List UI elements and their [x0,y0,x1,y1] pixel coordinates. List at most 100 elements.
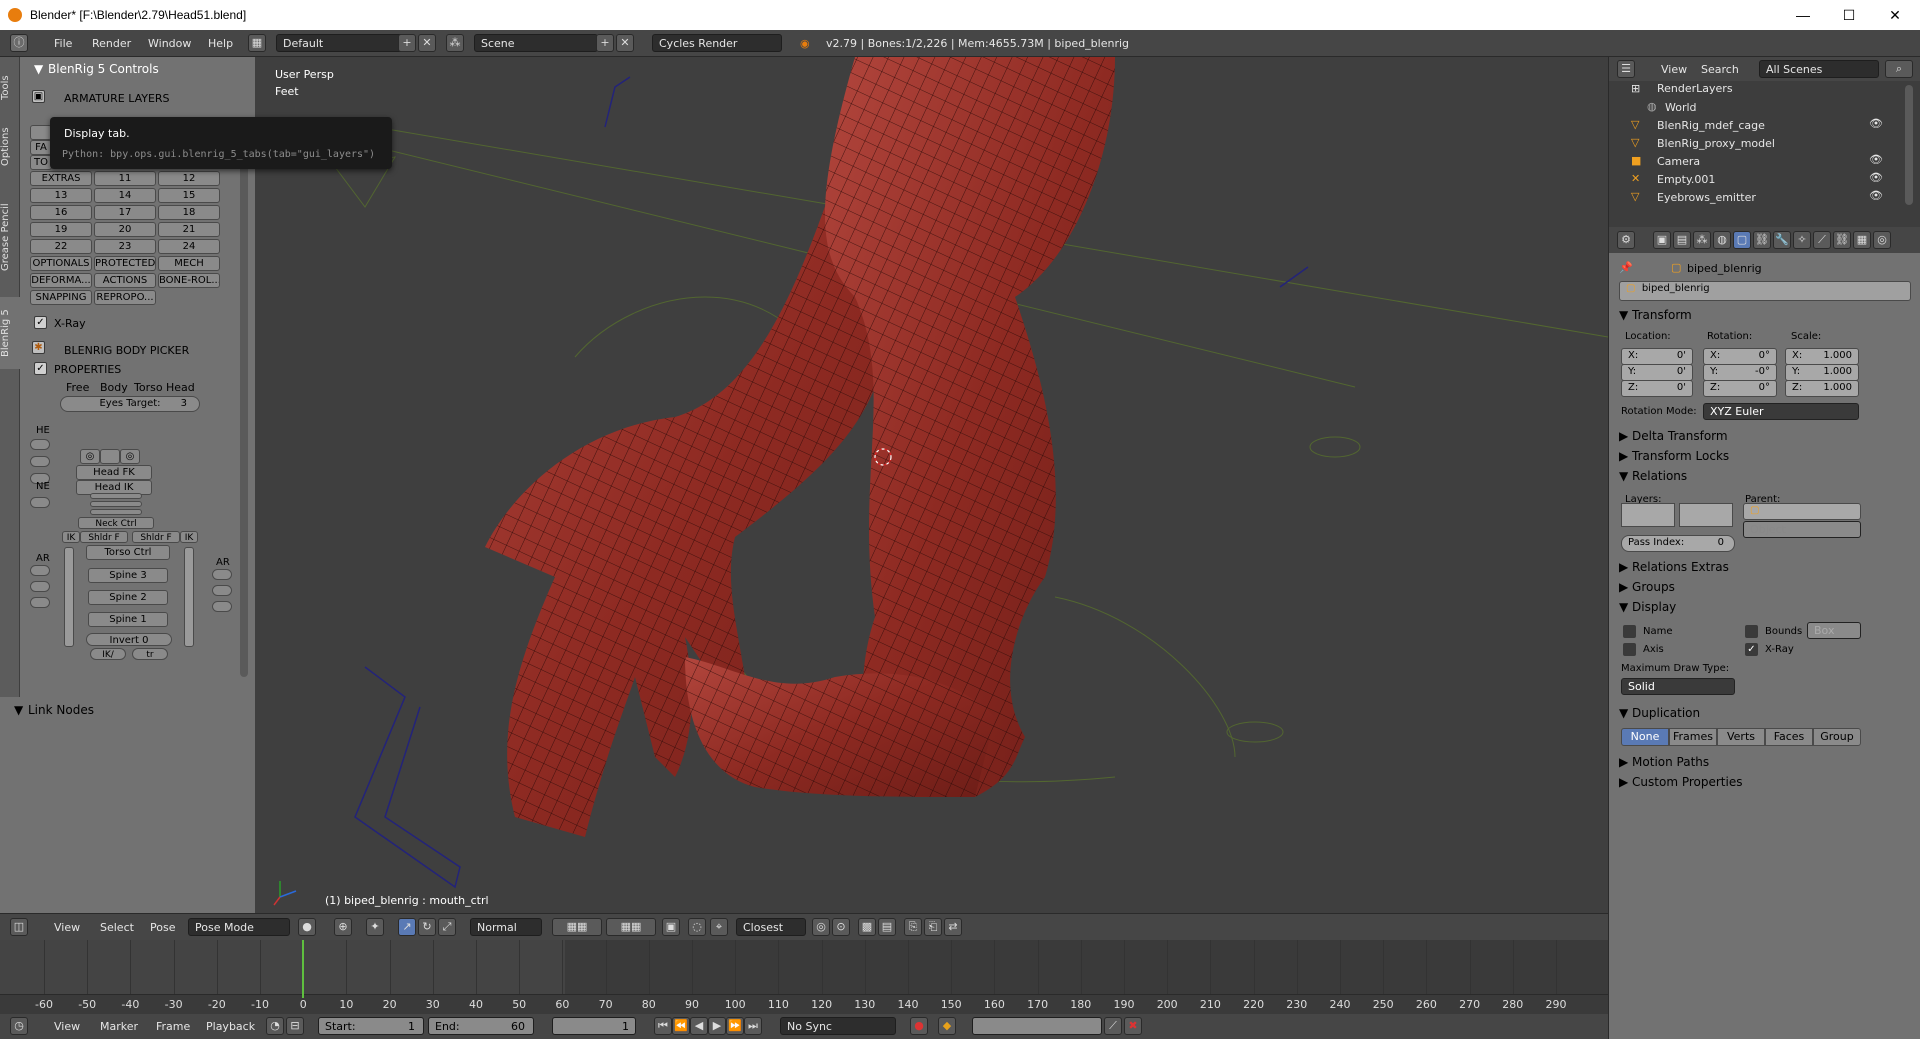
paste-pose-icon[interactable]: ⎗ [924,918,942,936]
translate-icon[interactable]: ↗ [398,918,416,936]
object-name-field[interactable]: ▢ biped_blenrig [1619,281,1911,301]
location-y-field[interactable]: Y: 0' [1621,364,1693,381]
picker-toggle[interactable] [30,497,50,508]
picker-torso-ctrl[interactable]: Torso Ctrl [86,545,170,560]
link-nodes-collapse-icon[interactable]: ▼ [14,703,23,717]
dup-faces-button[interactable]: Faces [1765,728,1813,746]
layers-grid-icon[interactable]: ▦▦ [606,918,656,936]
jump-start-icon[interactable]: ⏮ [654,1017,672,1035]
duplication-panel[interactable]: ▼ Duplication [1619,706,1700,720]
rotation-z-field[interactable]: Z: 0° [1703,380,1777,397]
mode-select[interactable]: Pose Mode [188,918,290,936]
outliner-row[interactable]: ▽ Eyebrows_emitter 👁 [1609,189,1909,207]
layer-button[interactable]: OPTIONALS [30,256,92,271]
xray-checkbox[interactable]: ✓ [1745,643,1758,656]
layer-button[interactable]: 23 [94,239,156,254]
menu-marker[interactable]: Marker [100,1020,138,1033]
menu-pose[interactable]: Pose [150,921,175,934]
snap-align-icon[interactable]: ◎ [812,918,830,936]
render-tab-icon[interactable]: ▣ [1653,231,1671,249]
layer-button[interactable]: 12 [158,171,220,186]
layer-button[interactable]: 19 [30,222,92,237]
snap-target-select[interactable]: Closest [736,918,806,936]
axis-checkbox[interactable] [1623,643,1636,656]
dup-verts-button[interactable]: Verts [1717,728,1765,746]
tab-grease-pencil[interactable]: Grease Pencil [0,181,20,293]
insert-keyframe-icon[interactable]: ⟋ [1104,1017,1122,1035]
link-nodes-panel[interactable]: Link Nodes [28,703,94,717]
menu-view[interactable]: View [54,921,80,934]
menu-select[interactable]: Select [100,921,134,934]
sync-select[interactable]: No Sync [780,1017,896,1035]
mode-free[interactable]: Free [66,381,89,394]
layer-button[interactable]: DEFORMA... [30,273,92,288]
outliner-scrollbar[interactable] [1905,85,1913,205]
rotate-icon[interactable]: ↻ [418,918,436,936]
jump-keyframe-fwd-icon[interactable]: ⏩ [726,1017,744,1035]
menu-view[interactable]: View [54,1020,80,1033]
picker-toggle[interactable] [212,601,232,612]
scale-icon[interactable]: ⤢ [438,918,456,936]
texture-tab-icon[interactable]: ▦ [1853,231,1871,249]
motion-paths-panel[interactable]: ▶ Motion Paths [1619,755,1709,769]
paste-flipped-icon[interactable]: ⇄ [944,918,962,936]
remove-layout-icon[interactable]: ✕ [418,34,436,52]
physics-tab-icon[interactable]: ◎ [1873,231,1891,249]
picker-spine-2[interactable]: Spine 2 [88,590,168,605]
snap-icon[interactable]: ⌖ [710,918,728,936]
picker-neck-bone[interactable] [90,493,142,499]
bounds-type-select[interactable]: Box [1807,622,1861,639]
parent-type-select[interactable]: Object [1743,521,1861,538]
menu-file[interactable]: File [54,37,72,50]
editor-type-properties-icon[interactable]: ⚙ [1617,231,1635,249]
menu-render[interactable]: Render [92,37,131,50]
screen-layout-icon[interactable]: ▦ [248,34,266,52]
layer-button[interactable]: 16 [30,205,92,220]
render-icon[interactable]: ▩ [858,918,876,936]
custom-properties-panel[interactable]: ▶ Custom Properties [1619,775,1742,789]
manipulator-icon[interactable]: ✦ [366,918,384,936]
tab-blenrig-5[interactable]: BlenRig 5 [0,297,20,369]
groups-panel[interactable]: ▶ Groups [1619,580,1675,594]
layer-button[interactable]: SNAPPING [30,290,92,305]
orientation-select[interactable]: Normal [470,918,542,936]
play-icon[interactable]: ▶ [708,1017,726,1035]
picker-tr[interactable]: tr [132,648,168,660]
picker-ik-left[interactable]: IK [62,531,80,543]
name-checkbox[interactable] [1623,625,1636,638]
outliner-row[interactable]: ✕ Empty.001 👁 [1609,171,1909,189]
picker-toggle[interactable] [212,585,232,596]
layer-button[interactable]: 13 [30,188,92,203]
search-icon[interactable]: ⌕ [1885,60,1913,78]
render-anim-icon[interactable]: ▤ [878,918,896,936]
picker-toggle[interactable] [30,439,50,450]
picker-head-fk[interactable]: Head FK [76,465,152,480]
toolshelf-scrollbar[interactable] [240,117,248,677]
max-draw-select[interactable]: Solid [1621,678,1735,695]
outliner-row[interactable]: ▽ BlenRig_proxy_model [1609,135,1909,153]
eyes-target-field[interactable]: Eyes Target: 3 [60,396,200,412]
lock-icon[interactable]: ⊟ [286,1017,304,1035]
layer-button[interactable]: 18 [158,205,220,220]
outliner-row[interactable]: ■ Camera 👁 [1609,153,1909,171]
picker-arm-right[interactable] [184,547,194,647]
layer-button[interactable]: 24 [158,239,220,254]
remove-scene-icon[interactable]: ✕ [616,34,634,52]
layer-button[interactable] [30,125,52,140]
constraints-tab-icon[interactable]: ⛓ [1753,231,1771,249]
picker-arm-left[interactable] [64,547,74,647]
editor-type-info-icon[interactable]: ⓘ [10,34,28,52]
layer-button[interactable]: 22 [30,239,92,254]
layer-button[interactable]: BONE-ROL... [158,273,220,288]
visibility-icon[interactable]: 👁 [1869,171,1883,184]
menu-window[interactable]: Window [148,37,191,50]
render-engine-select[interactable]: Cycles Render [652,34,782,52]
layer-button[interactable]: ACTIONS [94,273,156,288]
timeline-playhead[interactable] [302,940,305,998]
visibility-icon[interactable]: 👁 [1869,153,1883,166]
end-frame-field[interactable]: End: 60 [428,1017,534,1035]
layer-button[interactable]: 17 [94,205,156,220]
menu-frame[interactable]: Frame [156,1020,190,1033]
picker-spine-1[interactable]: Spine 1 [88,612,168,627]
jump-keyframe-back-icon[interactable]: ⏪ [672,1017,690,1035]
